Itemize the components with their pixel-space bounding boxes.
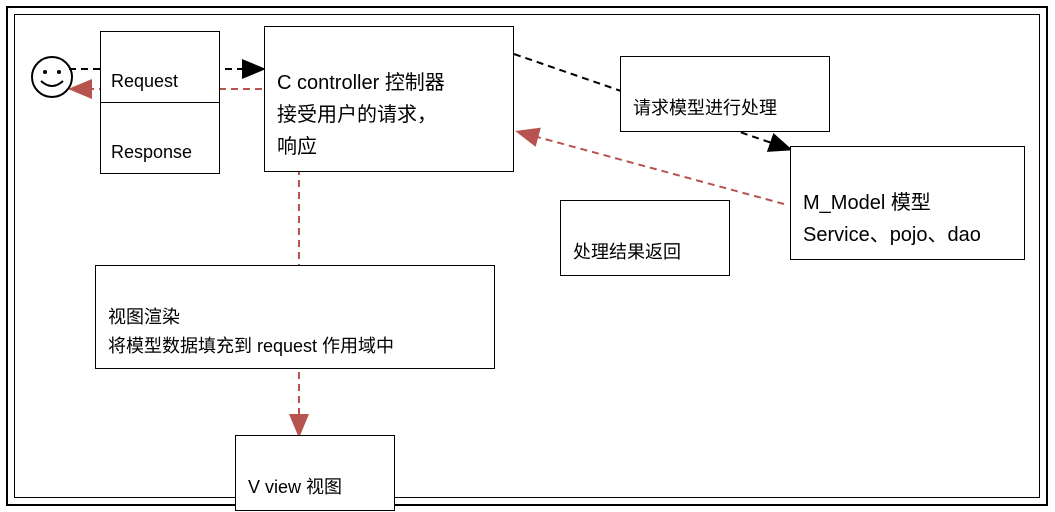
view-render-box: 视图渲染 将模型数据填充到 request 作用域中	[95, 265, 495, 369]
user-smiley-icon	[30, 55, 74, 104]
controller-box: C controller 控制器 接受用户的请求， 响应	[264, 26, 514, 172]
view-text: V view 视图	[248, 477, 342, 497]
model-text: M_Model 模型 Service、pojo、dao	[803, 192, 981, 246]
view-box: V view 视图	[235, 435, 395, 511]
model-request-box: 请求模型进行处理	[620, 56, 830, 132]
response-box: Response	[100, 102, 220, 174]
model-box: M_Model 模型 Service、pojo、dao	[790, 146, 1025, 260]
model-request-text: 请求模型进行处理	[633, 98, 777, 118]
view-render-text: 视图渲染 将模型数据填充到 request 作用域中	[108, 307, 394, 356]
controller-text: C controller 控制器 接受用户的请求， 响应	[277, 72, 445, 158]
request-label: Request	[111, 71, 178, 91]
model-return-box: 处理结果返回	[560, 200, 730, 276]
request-box: Request	[100, 31, 220, 103]
response-label: Response	[111, 142, 192, 162]
model-return-text: 处理结果返回	[573, 242, 681, 262]
